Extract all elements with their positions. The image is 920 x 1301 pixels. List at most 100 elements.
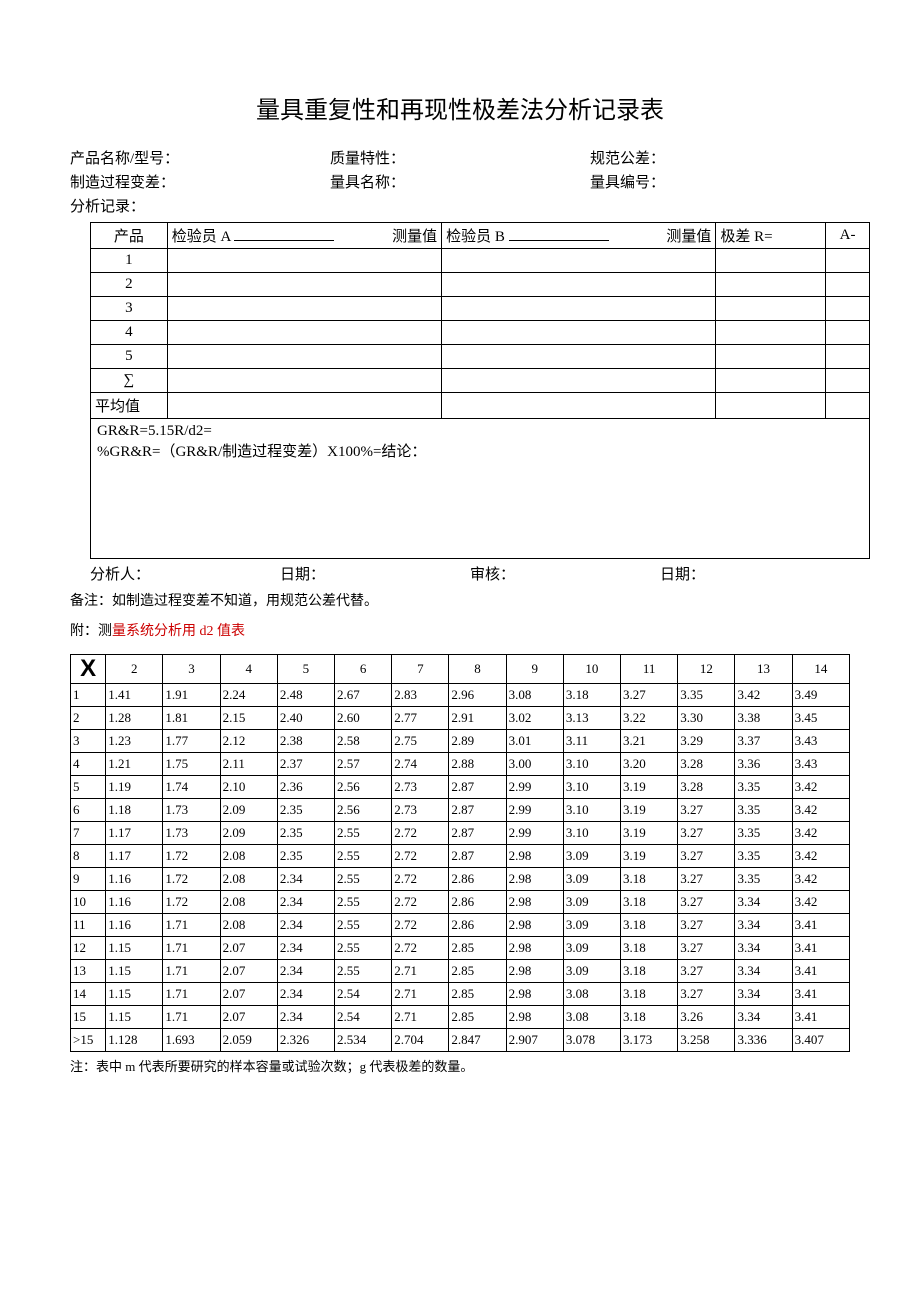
d2-cell: 3.41 bbox=[792, 937, 849, 960]
d2-cell: 2.87 bbox=[449, 822, 506, 845]
d2-cell: 3.19 bbox=[621, 822, 678, 845]
d2-cell: 2.059 bbox=[220, 1029, 277, 1052]
d2-cell: 1.72 bbox=[163, 845, 220, 868]
d2-cell: 2.98 bbox=[506, 937, 563, 960]
blank-a[interactable] bbox=[234, 240, 334, 241]
d2-cell: 2.58 bbox=[335, 730, 392, 753]
d2-cell: 3.21 bbox=[621, 730, 678, 753]
d2-cell: 2.77 bbox=[392, 707, 449, 730]
d2-row: 41.211.752.112.372.572.742.883.003.103.2… bbox=[71, 753, 850, 776]
attachment-label: 附：测量系统分析用 d2 值表 bbox=[70, 620, 850, 640]
d2-cell: 1.16 bbox=[106, 868, 163, 891]
row-1: 1 bbox=[91, 249, 870, 273]
d2-cell: 3.27 bbox=[678, 937, 735, 960]
d2-cell: 2.15 bbox=[220, 707, 277, 730]
meta-block: 产品名称/型号： 质量特性： 规范公差： 制造过程变差： 量具名称： 量具编号：… bbox=[70, 147, 850, 216]
d2-cell: 3.35 bbox=[735, 868, 792, 891]
d2-cell: 3.078 bbox=[563, 1029, 620, 1052]
d2-cell: 2.96 bbox=[449, 684, 506, 707]
d2-cell: 2.55 bbox=[335, 845, 392, 868]
d2-cell: 2.08 bbox=[220, 891, 277, 914]
d2-cell: 3.35 bbox=[678, 684, 735, 707]
d2-cell: 2.34 bbox=[277, 868, 334, 891]
main-head-row: 产品 检验员 A 测量值 检验员 B 测量值 极差 R= A- bbox=[91, 223, 870, 249]
d2-cell: 2.71 bbox=[392, 1006, 449, 1029]
d2-cell: 2.54 bbox=[335, 983, 392, 1006]
d2-cell: 2.09 bbox=[220, 799, 277, 822]
d2-row: 31.231.772.122.382.582.752.893.013.113.2… bbox=[71, 730, 850, 753]
d2-row-header: >15 bbox=[71, 1029, 106, 1052]
d2-cell: 3.35 bbox=[735, 822, 792, 845]
meta-row-2: 制造过程变差： 量具名称： 量具编号： bbox=[70, 171, 850, 192]
d2-row-header: 7 bbox=[71, 822, 106, 845]
d2-cell: 3.08 bbox=[563, 983, 620, 1006]
d2-cell: 3.42 bbox=[792, 891, 849, 914]
sig-analyst: 分析人： bbox=[90, 563, 280, 584]
d2-cell: 2.08 bbox=[220, 845, 277, 868]
d2-cell: 3.34 bbox=[735, 937, 792, 960]
d2-row: 111.161.712.082.342.552.722.862.983.093.… bbox=[71, 914, 850, 937]
d2-cell: 2.07 bbox=[220, 960, 277, 983]
d2-cell: 2.98 bbox=[506, 845, 563, 868]
d2-cell: 2.71 bbox=[392, 983, 449, 1006]
d2-row-header: 15 bbox=[71, 1006, 106, 1029]
d2-cell: 3.42 bbox=[792, 799, 849, 822]
d2-cell: 2.847 bbox=[449, 1029, 506, 1052]
d2-cell: 2.98 bbox=[506, 914, 563, 937]
d2-head-row: X 2 3 4 5 6 7 8 9 10 11 12 13 14 bbox=[71, 655, 850, 684]
col-a-minus: A- bbox=[826, 223, 870, 249]
d2-table: X 2 3 4 5 6 7 8 9 10 11 12 13 14 11.411.… bbox=[70, 654, 850, 1052]
d2-row-header: 10 bbox=[71, 891, 106, 914]
d2-cell: 2.85 bbox=[449, 960, 506, 983]
d2-cell: 3.19 bbox=[621, 845, 678, 868]
d2-cell: 3.43 bbox=[792, 730, 849, 753]
d2-cell: 2.85 bbox=[449, 937, 506, 960]
d2-cell: 2.11 bbox=[220, 753, 277, 776]
field-spec-tolerance: 规范公差： bbox=[590, 147, 850, 168]
d2-row-header: 1 bbox=[71, 684, 106, 707]
d2-row-header: 13 bbox=[71, 960, 106, 983]
d2-cell: 2.56 bbox=[335, 776, 392, 799]
d2-cell: 1.71 bbox=[163, 937, 220, 960]
d2-cell: 2.91 bbox=[449, 707, 506, 730]
d2-cell: 3.41 bbox=[792, 914, 849, 937]
row-formula: GR&R=5.15R/d2= %GR&R=（GR&R/制造过程变差）X100%=… bbox=[91, 419, 870, 559]
d2-cell: 3.43 bbox=[792, 753, 849, 776]
d2-cell: 2.67 bbox=[335, 684, 392, 707]
d2-cell: 2.85 bbox=[449, 1006, 506, 1029]
d2-cell: 2.54 bbox=[335, 1006, 392, 1029]
d2-row-header: 11 bbox=[71, 914, 106, 937]
d2-cell: 3.38 bbox=[735, 707, 792, 730]
d2-cell: 3.18 bbox=[621, 914, 678, 937]
d2-cell: 2.36 bbox=[277, 776, 334, 799]
d2-cell: 1.81 bbox=[163, 707, 220, 730]
d2-row-header: 2 bbox=[71, 707, 106, 730]
blank-b[interactable] bbox=[509, 240, 609, 241]
meta-row-1: 产品名称/型号： 质量特性： 规范公差： bbox=[70, 147, 850, 168]
d2-row-header: 14 bbox=[71, 983, 106, 1006]
d2-cell: 3.11 bbox=[563, 730, 620, 753]
d2-cell: 2.07 bbox=[220, 983, 277, 1006]
d2-cell: 3.09 bbox=[563, 914, 620, 937]
d2-cell: 3.27 bbox=[678, 845, 735, 868]
d2-cell: 2.87 bbox=[449, 845, 506, 868]
d2-cell: 3.10 bbox=[563, 753, 620, 776]
d2-cell: 3.08 bbox=[563, 1006, 620, 1029]
d2-cell: 3.27 bbox=[678, 914, 735, 937]
d2-cell: 2.88 bbox=[449, 753, 506, 776]
d2-cell: 3.29 bbox=[678, 730, 735, 753]
d2-cell: 2.40 bbox=[277, 707, 334, 730]
d2-row: 101.161.722.082.342.552.722.862.983.093.… bbox=[71, 891, 850, 914]
d2-cell: 3.41 bbox=[792, 960, 849, 983]
footnote: 注：表中 m 代表所要研究的样本容量或试验次数；g 代表极差的数量。 bbox=[70, 1056, 850, 1075]
d2-cell: 2.73 bbox=[392, 776, 449, 799]
d2-cell: 3.42 bbox=[792, 822, 849, 845]
d2-cell: 2.34 bbox=[277, 1006, 334, 1029]
d2-cell: 2.24 bbox=[220, 684, 277, 707]
d2-row: 71.171.732.092.352.552.722.872.993.103.1… bbox=[71, 822, 850, 845]
d2-cell: 3.01 bbox=[506, 730, 563, 753]
d2-cell: 2.55 bbox=[335, 960, 392, 983]
d2-cell: 3.18 bbox=[621, 983, 678, 1006]
d2-body: 11.411.912.242.482.672.832.963.083.183.2… bbox=[71, 684, 850, 1052]
d2-cell: 2.83 bbox=[392, 684, 449, 707]
